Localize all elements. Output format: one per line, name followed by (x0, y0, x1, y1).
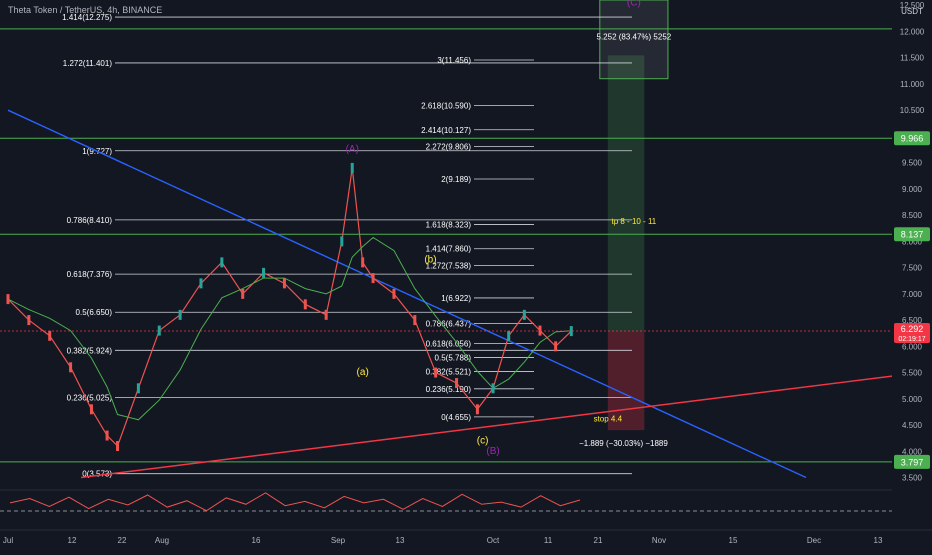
chart-annotation: 5.252 (83.47%) 5252 (597, 32, 672, 41)
price-tick-label: 6.000 (902, 342, 923, 351)
candle (136, 383, 140, 394)
price-tick-label: 4.500 (902, 421, 923, 430)
time-tick-label: 21 (594, 536, 603, 545)
candle (522, 309, 526, 320)
fib-extension-label: 2.414(10.127) (421, 126, 471, 135)
candle (538, 325, 542, 336)
fib-retracement-label: 0.5(6.650) (76, 308, 113, 317)
price-tick-label: 12.500 (900, 1, 925, 10)
candle (105, 430, 109, 441)
price-tick-label: 5.000 (902, 395, 923, 404)
trading-chart[interactable]: Theta Token / TetherUS, 4h, BINANCE 9.96… (0, 0, 932, 550)
price-tick-label: 9.000 (902, 185, 923, 194)
wave-label: (B) (486, 446, 499, 457)
candle (455, 378, 459, 389)
price-tick-label: 12.000 (900, 27, 925, 36)
price-tick-label: 5.500 (902, 369, 923, 378)
wave-label: (c) (477, 435, 489, 446)
time-tick-label: Nov (652, 536, 666, 545)
current-price-label: 6.292 (901, 324, 924, 334)
chart-annotation: tp 8 - 10 - 11 (611, 217, 656, 226)
candle (324, 309, 328, 320)
fib-extension-label: 2(9.189) (441, 175, 471, 184)
price-tick-label: 8.500 (902, 211, 923, 220)
candle (89, 404, 93, 415)
price-tick-label: 3.500 (902, 474, 923, 483)
time-tick-label: 11 (544, 536, 553, 545)
candle (350, 162, 354, 173)
candle (69, 362, 73, 373)
time-tick-label: 16 (252, 536, 261, 545)
fib-extension-label: 1(6.922) (441, 294, 471, 303)
fib-extension-label: 2.272(9.806) (426, 143, 472, 152)
candle (475, 404, 479, 415)
candle (157, 325, 161, 336)
price-tick-label: 4.000 (902, 447, 923, 456)
candle (392, 288, 396, 299)
candle (199, 278, 203, 289)
fib-retracement-label: 0.382(5.924) (67, 346, 113, 355)
candle (303, 299, 307, 310)
candle (178, 309, 182, 320)
time-tick-label: Dec (807, 536, 821, 545)
fib-extension-label: 0(4.655) (441, 413, 471, 422)
time-tick-label: 15 (729, 536, 738, 545)
target-zone (607, 55, 645, 332)
candle (434, 367, 438, 378)
candle (27, 315, 31, 326)
fib-extension-label: 3(11.456) (437, 56, 471, 65)
candle (361, 257, 365, 268)
chart-annotation: stop 4.4 (594, 414, 623, 423)
candle (340, 236, 344, 247)
symbol-header: Theta Token / TetherUS, 4h, BINANCE (8, 5, 163, 15)
price-tick-label: 7.000 (902, 290, 923, 299)
candle (6, 294, 10, 305)
fib-extension-label: 1.618(8.323) (426, 220, 472, 229)
candle (220, 257, 224, 268)
candle (371, 273, 375, 284)
fib-retracement-label: 0.236(5.025) (67, 393, 113, 402)
time-tick-label: Aug (155, 536, 169, 545)
price-tick-label: 11.500 (900, 54, 924, 63)
price-tick-label: 9.500 (902, 159, 923, 168)
time-tick-label: 13 (396, 536, 405, 545)
fib-extension-label: 0.618(6.056) (426, 339, 472, 348)
candle (262, 267, 266, 278)
price-tick-label: 10.500 (900, 106, 925, 115)
fib-extension-label: 2.618(10.590) (421, 101, 471, 110)
chart-canvas[interactable]: 9.9668.1373.797 1.414(12.275)1.272(11.40… (0, 0, 932, 550)
level-tag-label: 9.966 (901, 134, 924, 144)
chart-background (0, 0, 932, 550)
level-tag-label: 8.137 (901, 230, 924, 240)
level-tag-label: 3.797 (901, 457, 924, 467)
wave-label: (a) (357, 367, 369, 378)
time-tick-label: 13 (874, 536, 883, 545)
time-tick-label: Jul (3, 536, 13, 545)
candle (116, 441, 120, 452)
candle (282, 278, 286, 289)
fib-extension-label: 0.382(5.521) (426, 367, 472, 376)
price-tick-label: 11.000 (900, 80, 924, 89)
candle-countdown: 02:19:17 (898, 336, 925, 343)
wave-label: (C) (627, 0, 641, 8)
wave-label: (A) (346, 144, 359, 155)
time-tick-label: 22 (118, 536, 127, 545)
chart-annotation: −1.889 (−30.03%) −1889 (579, 439, 668, 448)
fib-retracement-label: 0.786(8.410) (67, 216, 113, 225)
fib-retracement-label: 1.272(11.401) (63, 59, 113, 68)
time-tick-label: 12 (68, 536, 77, 545)
fib-retracement-label: 0.618(7.376) (67, 270, 113, 279)
time-tick-label: Sep (331, 536, 346, 545)
candle (554, 341, 558, 352)
price-tick-label: 7.500 (902, 264, 923, 273)
candle (491, 383, 495, 394)
candle (48, 330, 52, 341)
fib-extension-label: 1.414(7.860) (426, 245, 472, 254)
candle (241, 288, 245, 299)
wave-label: (b) (424, 254, 436, 265)
candle (413, 315, 417, 326)
time-tick-label: Oct (487, 536, 500, 545)
candle (507, 330, 511, 341)
